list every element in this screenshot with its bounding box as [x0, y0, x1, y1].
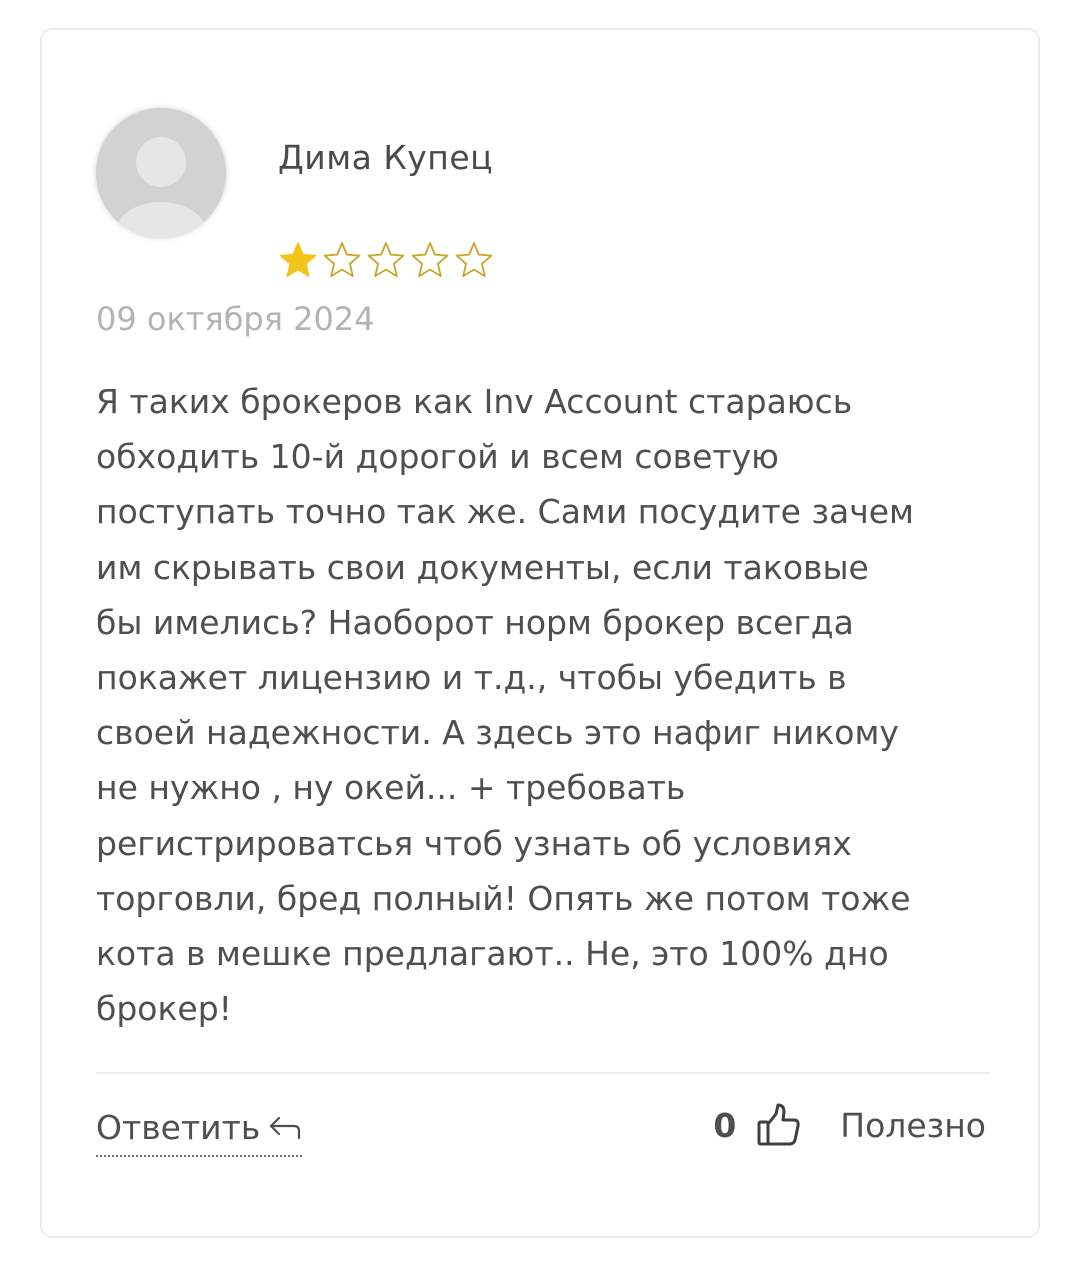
star-filled-icon	[279, 242, 317, 277]
rating-stars	[278, 240, 494, 280]
divider	[96, 1072, 990, 1074]
star-outline-icon	[367, 242, 405, 277]
useful-label[interactable]: Полезно	[840, 1106, 986, 1145]
review-card: Дима Купец 09 октября 2024 Я таких броке…	[40, 28, 1040, 1238]
reply-label: Ответить	[96, 1108, 261, 1147]
reply-arrow-icon	[270, 1116, 301, 1139]
star-outline-icon	[323, 242, 361, 277]
user-placeholder-icon	[96, 108, 226, 238]
thumbs-up-icon[interactable]	[756, 1102, 802, 1148]
review-date: 09 октября 2024	[96, 300, 375, 338]
useful-count: 0	[713, 1105, 737, 1145]
useful-block: 0 Полезно	[713, 1102, 986, 1148]
reply-button[interactable]: Ответить	[96, 1108, 303, 1157]
star-outline-icon	[455, 242, 493, 277]
star-outline-icon	[411, 242, 449, 277]
author-name: Дима Купец	[278, 138, 494, 177]
review-text: Я таких брокеров как Inv Account стараюс…	[96, 382, 914, 1029]
avatar	[96, 108, 226, 238]
